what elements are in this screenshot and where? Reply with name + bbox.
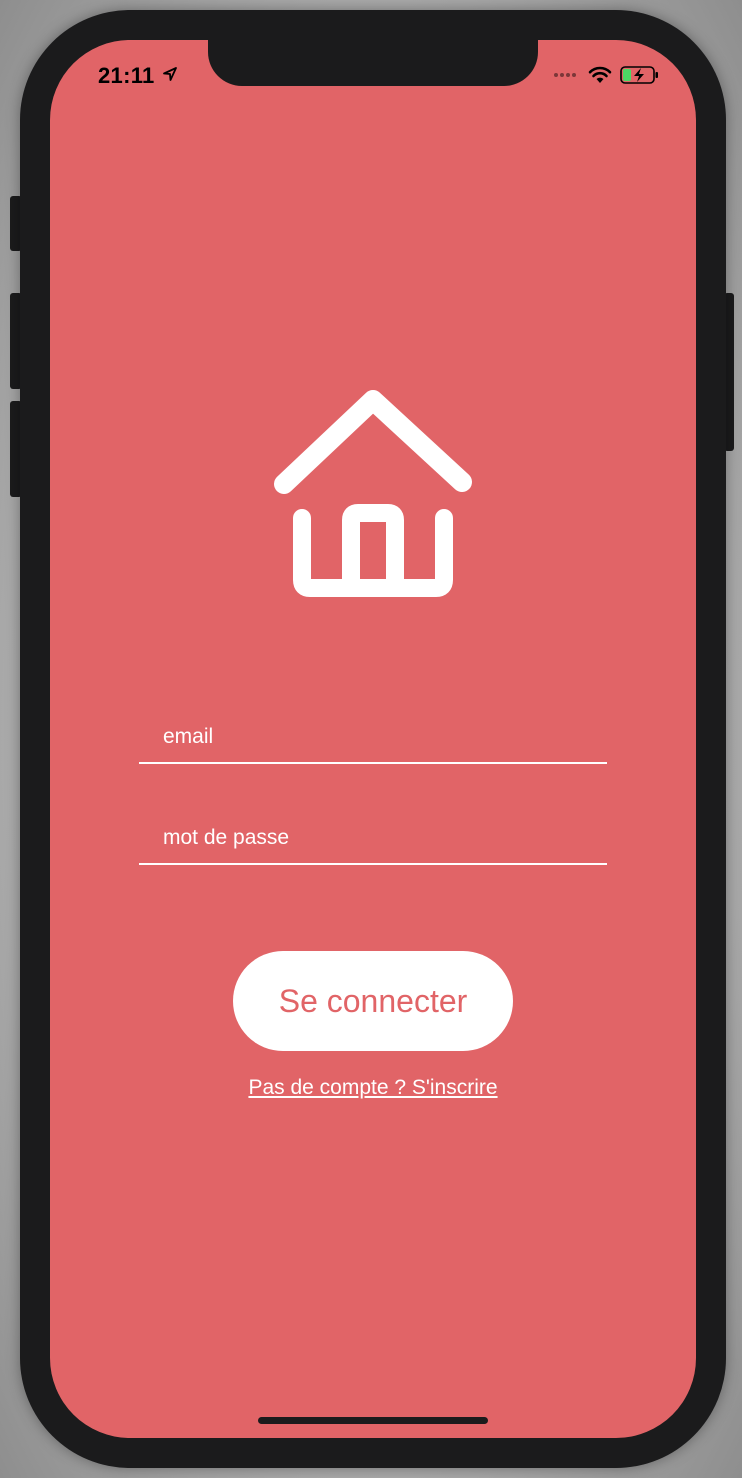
app-screen: 21:11 Se connecter Pas de compte ? S'ins… bbox=[50, 40, 696, 1438]
house-icon bbox=[274, 390, 472, 597]
status-icons bbox=[554, 64, 660, 86]
status-time: 21:11 bbox=[98, 63, 155, 88]
notch bbox=[208, 40, 538, 86]
login-button[interactable]: Se connecter bbox=[233, 951, 513, 1051]
wifi-icon bbox=[588, 66, 612, 83]
email-field bbox=[139, 714, 607, 764]
password-field bbox=[139, 815, 607, 865]
signal-dots-icon bbox=[554, 73, 576, 77]
battery-charging-icon bbox=[620, 66, 658, 84]
location-arrow-icon bbox=[163, 67, 177, 81]
home-indicator[interactable] bbox=[258, 1417, 488, 1424]
email-input[interactable] bbox=[163, 720, 583, 754]
signup-link[interactable]: Pas de compte ? S'inscrire bbox=[50, 1076, 696, 1100]
password-input[interactable] bbox=[163, 821, 583, 855]
